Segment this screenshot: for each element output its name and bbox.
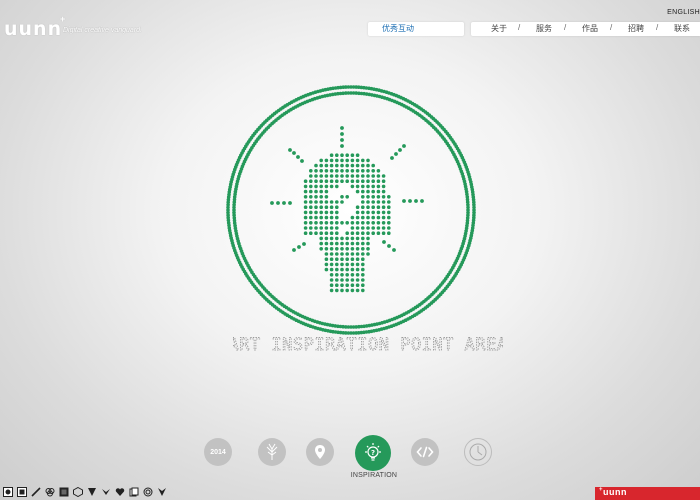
- footer-badge-text: uunn +: [599, 487, 627, 497]
- tree-button[interactable]: [258, 438, 286, 466]
- hero-headline-text: ART INSPIRATION POINT AREA: [233, 335, 503, 355]
- inspiration-button[interactable]: ?: [355, 435, 391, 471]
- svg-text:?: ?: [371, 449, 375, 457]
- hexagon-icon[interactable]: [72, 486, 83, 497]
- location-button[interactable]: [306, 438, 334, 466]
- crown-icon[interactable]: [128, 486, 139, 497]
- clock-button[interactable]: [464, 438, 492, 466]
- heart-icon[interactable]: [114, 486, 125, 497]
- code-icon: [416, 446, 434, 458]
- lightbulb-question-icon: [226, 85, 476, 335]
- year-label: 2014: [210, 448, 226, 456]
- clock-icon: [469, 443, 487, 461]
- footer-badge[interactable]: uunn +: [595, 487, 700, 500]
- square-icon[interactable]: [16, 486, 27, 497]
- code-button[interactable]: [411, 438, 439, 466]
- frame-icon[interactable]: [58, 486, 69, 497]
- hero-headline: ART INSPIRATION POINT AREA: [233, 335, 503, 356]
- wing-icon[interactable]: [100, 486, 111, 497]
- record-icon[interactable]: [2, 486, 13, 497]
- active-nav-label: INSPIRATION: [350, 472, 398, 479]
- tree-icon: [266, 443, 278, 460]
- color-wheel-icon[interactable]: [44, 486, 55, 497]
- pen-icon[interactable]: [30, 486, 41, 497]
- year-button[interactable]: 2014: [204, 438, 232, 466]
- location-pin-icon: [315, 445, 325, 459]
- document-icon[interactable]: [142, 486, 153, 497]
- spiral-icon[interactable]: [156, 486, 167, 497]
- footer-badge-label: uunn: [603, 487, 627, 497]
- lightbulb-icon: ?: [365, 443, 381, 461]
- monitor-icon[interactable]: [86, 486, 97, 497]
